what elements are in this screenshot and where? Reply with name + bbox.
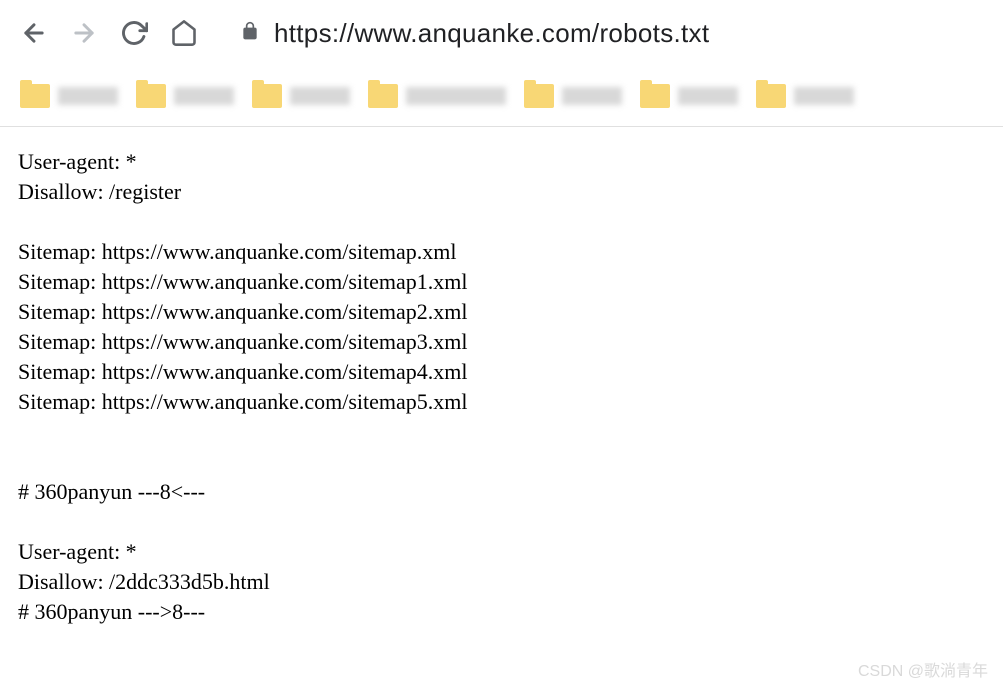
url-text: https://www.anquanke.com/robots.txt [274,18,709,49]
bookmark-label [174,87,234,105]
bookmark-label [562,87,622,105]
browser-toolbar: https://www.anquanke.com/robots.txt [0,0,1003,66]
bookmark-label [58,87,118,105]
reload-button[interactable] [120,19,148,47]
folder-icon [368,84,398,108]
bookmarks-bar [0,66,1003,126]
forward-button[interactable] [70,19,98,47]
bookmark-item[interactable] [136,84,234,108]
folder-icon [640,84,670,108]
back-button[interactable] [20,19,48,47]
folder-icon [252,84,282,108]
bookmark-item[interactable] [524,84,622,108]
folder-icon [756,84,786,108]
bookmark-item[interactable] [640,84,738,108]
watermark: CSDN @歌淌青年 [858,657,988,681]
bookmark-label [678,87,738,105]
lock-icon [240,20,260,47]
bookmark-item[interactable] [368,84,506,108]
bookmark-item[interactable] [756,84,854,108]
address-bar[interactable]: https://www.anquanke.com/robots.txt [240,18,709,49]
folder-icon [20,84,50,108]
home-button[interactable] [170,19,198,47]
page-content: User-agent: * Disallow: /register Sitema… [0,126,1003,647]
bookmark-label [406,87,506,105]
bookmark-item[interactable] [20,84,118,108]
bookmark-label [794,87,854,105]
bookmark-item[interactable] [252,84,350,108]
bookmark-label [290,87,350,105]
folder-icon [524,84,554,108]
folder-icon [136,84,166,108]
